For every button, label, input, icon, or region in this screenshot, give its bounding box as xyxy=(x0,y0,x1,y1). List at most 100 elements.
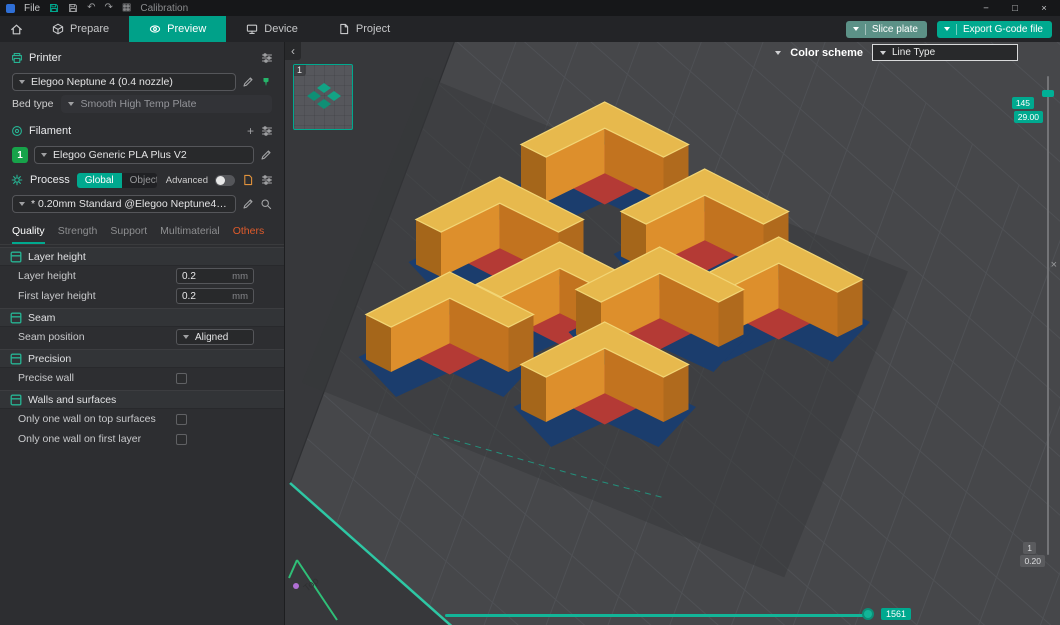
section-layer-height[interactable]: Layer height xyxy=(0,247,284,266)
move-count-badge: 1561 xyxy=(881,608,911,620)
close-button[interactable]: × xyxy=(1034,3,1054,14)
param-row-seam-position: Seam position Aligned xyxy=(0,327,284,347)
chevron-down-icon xyxy=(19,202,25,206)
unit-label: mm xyxy=(232,271,248,282)
layer-max-badge: 145 xyxy=(1012,97,1034,109)
export-gcode-button[interactable]: Export G-code file xyxy=(937,21,1052,38)
bed-type-select[interactable]: Smooth High Temp Plate xyxy=(61,95,272,113)
tab-prepare-label: Prepare xyxy=(70,23,109,35)
param-label: First layer height xyxy=(18,290,176,302)
section-seam[interactable]: Seam xyxy=(0,308,284,327)
process-preset-select[interactable]: * 0.20mm Standard @Elegoo Neptune4 (0.4 … xyxy=(12,195,236,213)
param-row-layer-height: Layer height mm xyxy=(0,266,284,286)
scope-objects-button[interactable]: Objects xyxy=(122,173,157,188)
printer-icon xyxy=(11,52,23,64)
param-tab-support[interactable]: Support xyxy=(110,225,147,244)
param-tab-multimaterial[interactable]: Multimaterial xyxy=(160,225,220,244)
process-section-header: Process Global Objects Advanced xyxy=(0,169,284,191)
printer-connection-icon[interactable] xyxy=(260,76,272,88)
printer-preset-value: Elegoo Neptune 4 (0.4 nozzle) xyxy=(31,76,173,88)
preview-viewport[interactable]: ‹ 1 Color scheme Line Type xyxy=(285,42,1060,625)
param-tab-strength[interactable]: Strength xyxy=(58,225,98,244)
add-filament-icon[interactable]: + xyxy=(247,125,254,137)
chevron-down-icon xyxy=(41,153,47,157)
edit-process-icon[interactable] xyxy=(242,198,254,210)
tab-device[interactable]: Device xyxy=(226,16,318,42)
section-icon xyxy=(10,251,22,263)
save-icon[interactable] xyxy=(68,3,78,13)
param-row-first-layer-height: First layer height mm xyxy=(0,286,284,306)
chevron-down-icon xyxy=(880,51,886,55)
scope-global-button[interactable]: Global xyxy=(77,173,122,188)
filament-spool-icon xyxy=(11,125,23,137)
project-document-icon xyxy=(338,23,350,35)
plate-thumbnail-preview xyxy=(303,81,345,117)
one-layer-mode-icon[interactable]: × xyxy=(1051,260,1057,271)
orientation-gizmo[interactable]: Top xyxy=(285,550,365,625)
precise-wall-checkbox[interactable] xyxy=(176,373,187,384)
export-options-caret-icon[interactable] xyxy=(944,27,950,31)
one-wall-top-checkbox[interactable] xyxy=(176,414,187,425)
titlebar: File ↶ ↷ ▦ Calibration − □ × xyxy=(0,0,1060,16)
printer-section-header: Printer xyxy=(0,47,284,69)
save-project-icon[interactable] xyxy=(49,3,59,13)
filament-preset-select[interactable]: Elegoo Generic PLA Plus V2 xyxy=(34,146,254,164)
file-menu[interactable]: File xyxy=(24,3,40,14)
line-type-select[interactable]: Line Type xyxy=(872,44,1018,61)
undo-icon[interactable]: ↶ xyxy=(87,3,95,13)
advanced-toggle[interactable] xyxy=(215,175,235,186)
section-icon xyxy=(10,353,22,365)
slice-plate-button[interactable]: Slice plate xyxy=(846,21,927,38)
filament-slot-badge[interactable]: 1 xyxy=(12,147,28,163)
sidebar-collapse-button[interactable]: ‹ xyxy=(285,42,301,60)
param-label: Only one wall on first layer xyxy=(18,433,176,445)
preview-eye-icon xyxy=(149,23,161,35)
param-row-precise-wall: Precise wall xyxy=(0,368,284,388)
pill-divider xyxy=(956,24,957,35)
seam-position-select[interactable]: Aligned xyxy=(176,329,254,345)
layer-slider-handle[interactable] xyxy=(1042,90,1054,97)
param-tab-quality[interactable]: Quality xyxy=(12,225,45,244)
layer-max-height-badge: 29.00 xyxy=(1014,111,1043,123)
move-slider-track[interactable] xyxy=(445,614,870,617)
color-scheme-label: Color scheme xyxy=(790,47,863,59)
param-tabbar: Quality Strength Support Multimaterial O… xyxy=(0,217,284,245)
minimize-button[interactable]: − xyxy=(976,3,996,14)
section-precision[interactable]: Precision xyxy=(0,349,284,368)
process-notes-icon[interactable] xyxy=(242,174,254,186)
layer-height-input[interactable]: mm xyxy=(176,268,254,284)
tab-project[interactable]: Project xyxy=(318,16,410,42)
printer-tune-icon[interactable] xyxy=(261,52,273,64)
process-tune-icon[interactable] xyxy=(261,174,273,186)
home-tab[interactable] xyxy=(0,16,32,42)
viewport-3d-scene[interactable] xyxy=(285,42,1060,625)
chevron-down-icon[interactable] xyxy=(775,51,781,55)
edit-printer-icon[interactable] xyxy=(242,76,254,88)
first-layer-height-value[interactable] xyxy=(182,291,224,302)
slice-options-caret-icon[interactable] xyxy=(853,27,859,31)
tab-device-label: Device xyxy=(264,23,298,35)
process-section-title: Process xyxy=(30,174,70,186)
calibration-menu[interactable]: Calibration xyxy=(140,3,188,14)
filament-tune-icon[interactable] xyxy=(261,125,273,137)
tab-preview[interactable]: Preview xyxy=(129,16,226,42)
redo-icon[interactable]: ↷ xyxy=(105,3,113,13)
param-tab-others[interactable]: Others xyxy=(233,225,265,244)
main-tabbar: Prepare Preview Device Project Slice pla… xyxy=(0,16,1060,42)
search-preset-icon[interactable] xyxy=(260,198,272,210)
printer-preset-select[interactable]: Elegoo Neptune 4 (0.4 nozzle) xyxy=(12,73,236,91)
plate-thumbnail[interactable]: 1 xyxy=(293,64,353,130)
layer-height-value[interactable] xyxy=(182,271,224,282)
edit-filament-icon[interactable] xyxy=(260,149,272,161)
first-layer-height-input[interactable]: mm xyxy=(176,288,254,304)
calibration-icon[interactable]: ▦ xyxy=(122,3,131,13)
maximize-button[interactable]: □ xyxy=(1005,3,1025,14)
filament-section-title: Filament xyxy=(29,125,71,137)
export-gcode-label: Export G-code file xyxy=(963,24,1043,35)
move-slider-handle[interactable] xyxy=(862,608,874,620)
layer-slider-track[interactable] xyxy=(1047,76,1049,555)
one-wall-first-checkbox[interactable] xyxy=(176,434,187,445)
section-walls-surfaces[interactable]: Walls and surfaces xyxy=(0,390,284,409)
section-icon xyxy=(10,312,22,324)
tab-prepare[interactable]: Prepare xyxy=(32,16,129,42)
